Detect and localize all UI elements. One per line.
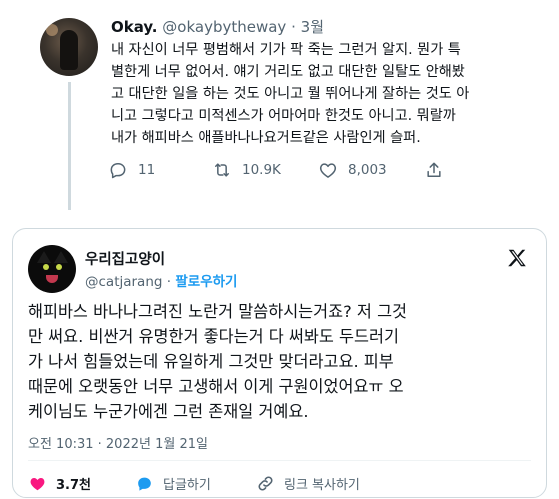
reply-button[interactable]: 11 [108,158,155,182]
embedded-text-line: 가 나서 힘들었는데 유일하게 그것만 맞더라고요. 피부 [28,352,394,371]
timestamp[interactable]: 오전 10:31 · 2022년 1월 21일 [28,433,208,452]
copy-link-label: 링크 복사하기 [284,477,360,493]
separator-dot: · [291,18,296,36]
cat-eye [56,264,62,270]
tweet-actions: 11 10.9K 8,003 [108,158,548,182]
reply-button[interactable]: 답글하기 [135,472,211,494]
embedded-text-line: 만 써요. 비싼거 유명한거 좋다는거 다 써봐도 두드러기 [28,327,399,346]
avatar[interactable] [40,18,98,76]
share-button[interactable] [424,158,454,182]
like-button[interactable]: 3.7천 [28,472,91,494]
tweet-text-line: 내가 해피바스 애플바나나요거트같은 사람인게 슬퍼. [111,130,421,146]
heart-filled-icon [30,477,45,490]
avatar-figure [60,30,78,70]
retweet-icon [215,163,229,177]
avatar[interactable] [28,245,76,293]
embedded-text-line: 해피바스 바나나그려진 노란거 말씀하시는거죠? 저 그것 [28,302,408,321]
tweet-text-line: 내 자신이 너무 평범해서 기가 팍 죽는 그런거 알지. 뭔가 특 [111,42,461,58]
like-button[interactable]: 8,003 [318,158,387,182]
like-count: 3.7천 [56,477,91,493]
separator-dot: · [166,274,172,290]
author-handle[interactable]: @okaybytheway [162,18,286,36]
cat-eye [43,264,49,270]
reply-bubble-icon [138,477,151,491]
author-subline: @catjarang · 팔로우하기 [85,270,237,290]
embedded-tweet-actions: 3.7천 답글하기 링크 복사하기 [28,472,528,494]
author-handle[interactable]: @catjarang [85,274,162,290]
like-icon [319,163,337,178]
retweet-count: 10.9K [242,162,281,178]
cat-mouth [46,275,58,283]
avatar-light [46,24,58,36]
tweet-text-line: 고 대단한 일을 하는 것도 아니고 뭘 뛰어나게 잘하는 것도 아 [111,86,470,102]
author-name[interactable]: 우리집고양이 [85,248,165,269]
embedded-tweet-text: 해피바스 바나나그려진 노란거 말씀하시는거죠? 저 그것 만 써요. 비싼거 … [28,299,538,424]
retweet-button[interactable]: 10.9K [212,158,281,182]
follow-button[interactable]: 팔로우하기 [175,274,237,290]
embedded-text-line: 케이님도 누군가에겐 그런 존재일 거예요. [28,402,309,421]
share-icon [427,162,441,177]
cat-ear [54,251,68,263]
reply-label: 답글하기 [163,477,211,493]
reply-icon [110,163,126,179]
divider [28,460,531,461]
reply-count: 11 [138,162,156,178]
like-count: 8,003 [348,162,387,178]
tweet-time[interactable]: 3월 [301,18,324,36]
tweet-text: 내 자신이 너무 평범해서 기가 팍 죽는 그런거 알지. 뭔가 특 별한게 너… [111,39,551,149]
link-icon [258,475,273,491]
embedded-tweet-card[interactable]: 우리집고양이 @catjarang · 팔로우하기 해피바스 바나나그려진 노란… [12,228,547,498]
author-name[interactable]: Okay. [111,18,158,36]
embedded-text-line: 때문에 오랫동안 너무 고생해서 이게 구원이었어요ㅠ 오 [28,377,404,396]
x-logo-icon[interactable] [506,247,528,269]
tweet-text-line: 니고 그렇다고 미적센스가 어마어마 한것도 아니고. 뭐랄까 [111,108,456,124]
tweet-header: Okay. @okaybytheway · 3월 [111,16,324,37]
thread-connector-line [68,82,71,210]
cat-ear [37,251,51,263]
copy-link-button[interactable]: 링크 복사하기 [256,472,360,494]
tweet-text-line: 별한게 너무 없어서. 얘기 거리도 없고 대단한 일탈도 안해봤 [111,64,465,80]
